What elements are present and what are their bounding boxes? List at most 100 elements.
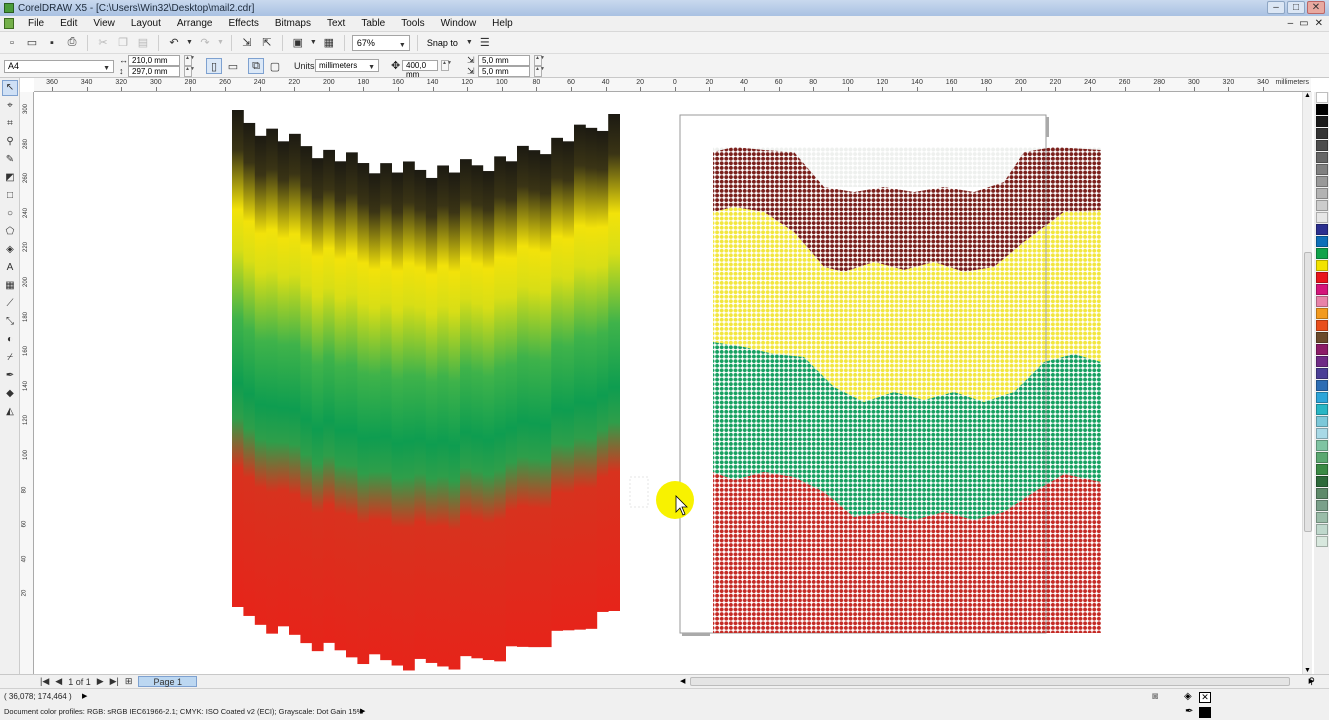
color-swatch[interactable] (1316, 92, 1328, 103)
color-swatch[interactable] (1316, 236, 1328, 247)
import-icon[interactable]: ⇲ (239, 35, 255, 51)
gradient-stripe[interactable] (460, 159, 472, 657)
menu-view[interactable]: View (85, 18, 123, 29)
gradient-stripe[interactable] (403, 161, 415, 671)
shape-tool-icon[interactable]: ⌖ (2, 98, 18, 114)
gradient-stripe[interactable] (266, 128, 278, 634)
scroll-up-icon[interactable]: ▲ (1304, 92, 1311, 99)
open-icon[interactable]: ▭ (24, 35, 40, 51)
color-swatch[interactable] (1316, 284, 1328, 295)
gradient-stripe[interactable] (585, 127, 598, 629)
redo-dropdown-icon[interactable]: ▼ (217, 39, 224, 46)
units-select[interactable]: millimeters ▼ (315, 59, 379, 72)
outline-color-swatch[interactable] (1199, 707, 1211, 718)
document-icon[interactable] (4, 18, 14, 29)
first-page-icon[interactable]: |◀ (40, 676, 49, 687)
color-swatch[interactable] (1316, 344, 1328, 355)
vertical-scroll-thumb[interactable] (1304, 252, 1312, 532)
last-page-icon[interactable]: ▶| (110, 676, 119, 687)
gradient-stripe[interactable] (357, 163, 370, 665)
undo-dropdown-icon[interactable]: ▼ (186, 39, 193, 46)
vertical-scrollbar[interactable]: ▲ ▼ (1302, 92, 1312, 674)
eyedropper-tool-icon[interactable]: ⌿ (2, 350, 18, 366)
snap-to-button[interactable]: Snap to (427, 38, 458, 48)
color-profiles-text[interactable]: Document color profiles: RGB: sRGB IEC61… (4, 707, 363, 716)
connector-tool-icon[interactable]: ⤡ (2, 314, 18, 330)
launcher-dropdown-icon[interactable]: ▼ (310, 39, 317, 46)
menu-help[interactable]: Help (484, 18, 521, 29)
color-swatch[interactable] (1316, 476, 1328, 487)
coordinates-arrow-icon[interactable]: ▶ (82, 692, 87, 700)
gradient-stripe[interactable] (289, 133, 301, 635)
close-button[interactable]: ✕ (1307, 1, 1325, 14)
gradient-stripe[interactable] (300, 146, 313, 644)
gradient-stripe[interactable] (551, 137, 563, 631)
color-swatch[interactable] (1316, 500, 1328, 511)
gradient-stripe[interactable] (346, 152, 358, 658)
gradient-stripe[interactable] (437, 165, 449, 667)
menu-effects[interactable]: Effects (220, 18, 266, 29)
zoom-navigator-icon[interactable]: ⚲ (1308, 676, 1315, 687)
dot-matrix-artwork[interactable] (713, 147, 1101, 633)
rectangle-tool-icon[interactable]: □ (2, 188, 18, 204)
all-pages-icon[interactable]: ⧉ (248, 58, 264, 74)
color-swatch[interactable] (1316, 152, 1328, 163)
cut-icon[interactable]: ✂ (95, 35, 111, 51)
color-swatch[interactable] (1316, 464, 1328, 475)
snap-to-dropdown-icon[interactable]: ▼ (466, 39, 473, 46)
redo-icon[interactable]: ↷ (197, 35, 213, 51)
gradient-stripe[interactable] (232, 110, 244, 607)
table-tool-icon[interactable]: ▦ (2, 278, 18, 294)
color-swatch[interactable] (1316, 248, 1328, 259)
dimension-tool-icon[interactable]: ⟋ (2, 296, 18, 312)
color-swatch[interactable] (1316, 524, 1328, 535)
menu-window[interactable]: Window (433, 18, 485, 29)
color-swatch[interactable] (1316, 416, 1328, 427)
gradient-stripe[interactable] (277, 141, 290, 627)
scroll-left-icon[interactable]: ◀ (680, 677, 685, 685)
document-restore-button[interactable]: ▭ (1299, 18, 1308, 29)
color-swatch[interactable] (1316, 512, 1328, 523)
color-swatch[interactable] (1316, 140, 1328, 151)
print-icon[interactable]: ⎙ (64, 35, 80, 51)
export-icon[interactable]: ⇱ (259, 35, 275, 51)
profiles-arrow-icon[interactable]: ▶ (360, 707, 365, 715)
color-swatch[interactable] (1316, 176, 1328, 187)
page-width-spinner[interactable]: ▲▼ (184, 55, 195, 66)
color-swatch[interactable] (1316, 320, 1328, 331)
gradient-stripe[interactable] (334, 161, 347, 651)
freehand-tool-icon[interactable]: ✎ (2, 152, 18, 168)
gradient-stripes-artwork[interactable] (232, 110, 620, 671)
nudge-distance-spinner[interactable]: ▲▼ (441, 60, 452, 71)
page-width-field[interactable]: 210,0 mm (128, 55, 180, 66)
color-swatch[interactable] (1316, 380, 1328, 391)
pick-tool-icon[interactable]: ↖ (2, 80, 18, 96)
gradient-stripe[interactable] (494, 156, 506, 662)
color-swatch[interactable] (1316, 368, 1328, 379)
undo-icon[interactable]: ↶ (166, 35, 182, 51)
color-swatch[interactable] (1316, 260, 1328, 271)
application-launcher-icon[interactable]: ▣ (290, 35, 306, 51)
minimize-button[interactable]: – (1267, 1, 1285, 14)
add-page-icon[interactable]: ⊞ (125, 676, 133, 687)
page-height-field[interactable]: 297,0 mm (128, 66, 180, 77)
object-properties-icon[interactable]: ◙ (1152, 691, 1158, 702)
gradient-stripe[interactable] (482, 171, 495, 661)
next-page-icon[interactable]: ▶ (97, 676, 104, 687)
smart-fill-tool-icon[interactable]: ◩ (2, 170, 18, 186)
menu-table[interactable]: Table (353, 18, 393, 29)
gradient-stripe[interactable] (505, 161, 518, 647)
document-minimize-button[interactable]: – (1288, 18, 1294, 29)
duplicate-y-field[interactable]: 5,0 mm (478, 66, 530, 77)
units-dropdown-icon[interactable]: ▼ (368, 62, 375, 73)
color-swatch[interactable] (1316, 452, 1328, 463)
gradient-stripe[interactable] (311, 158, 324, 652)
copy-icon[interactable]: ❐ (115, 35, 131, 51)
previous-page-icon[interactable]: ◀ (55, 676, 62, 687)
horizontal-scrollbar[interactable]: ◀ ▶ (680, 677, 1314, 687)
nudge-distance-field[interactable]: 400,0 mm (402, 60, 438, 79)
color-swatch[interactable] (1316, 296, 1328, 307)
portrait-icon[interactable]: ▯ (206, 58, 222, 74)
paper-type-dropdown-icon[interactable]: ▼ (103, 63, 110, 74)
gradient-stripe[interactable] (425, 177, 438, 663)
